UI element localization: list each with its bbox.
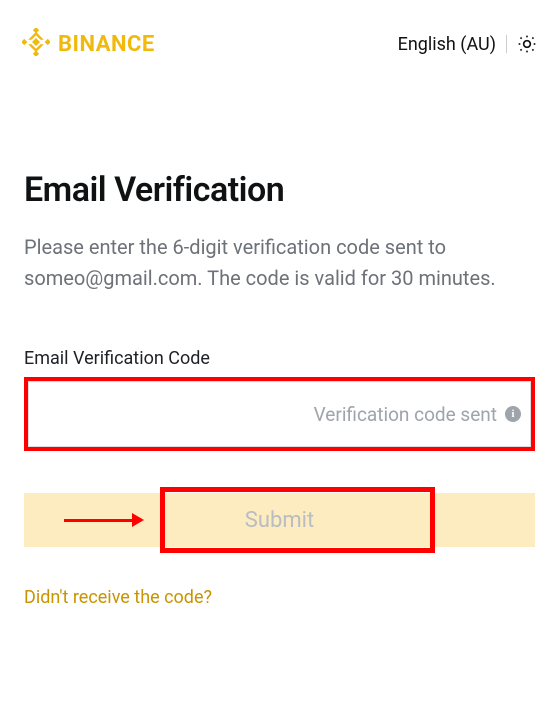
field-label: Email Verification Code: [24, 348, 535, 369]
theme-toggle-icon[interactable]: [517, 34, 537, 54]
info-icon: i: [505, 406, 521, 422]
header-controls: English (AU): [398, 34, 537, 55]
binance-logo-icon: [22, 28, 50, 60]
main-content: Email Verification Please enter the 6-di…: [0, 170, 559, 608]
verification-code-input-container: Verification code sent i: [24, 377, 535, 451]
language-selector[interactable]: English (AU): [398, 34, 496, 55]
resend-code-link[interactable]: Didn't receive the code?: [24, 587, 535, 608]
submit-label: Submit: [245, 508, 314, 533]
brand-name: BINANCE: [58, 32, 155, 57]
annotation-arrow-icon: [64, 513, 144, 527]
submit-row: Submit: [24, 487, 535, 553]
verification-code-input[interactable]: [32, 385, 371, 443]
separator: [506, 35, 507, 53]
brand-logo[interactable]: BINANCE: [22, 28, 155, 60]
page-title: Email Verification: [24, 170, 535, 210]
header: BINANCE English (AU): [0, 0, 559, 60]
page-description: Please enter the 6-digit verification co…: [24, 232, 535, 294]
